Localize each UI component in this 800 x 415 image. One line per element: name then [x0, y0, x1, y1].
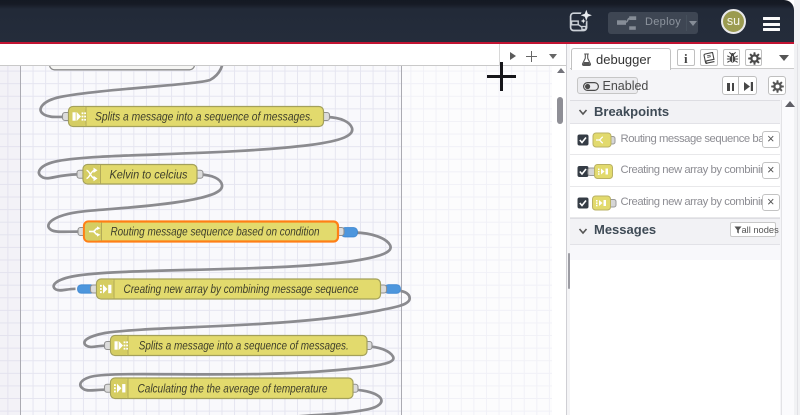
svg-text:Calculating the the average of: Calculating the the average of temperatu…	[138, 383, 328, 395]
svg-text:Kelvin to celcius: Kelvin to celcius	[110, 169, 188, 181]
svg-text:Routing message sequence based: Routing message sequence based on condit…	[111, 227, 320, 239]
svg-text:Splits a message into a sequen: Splits a message into a sequence of mess…	[139, 341, 349, 353]
svg-text:Creating new array by combinin: Creating new array by combining message …	[124, 284, 359, 296]
svg-text:Splits a message into a sequen: Splits a message into a sequence of mess…	[95, 112, 313, 124]
